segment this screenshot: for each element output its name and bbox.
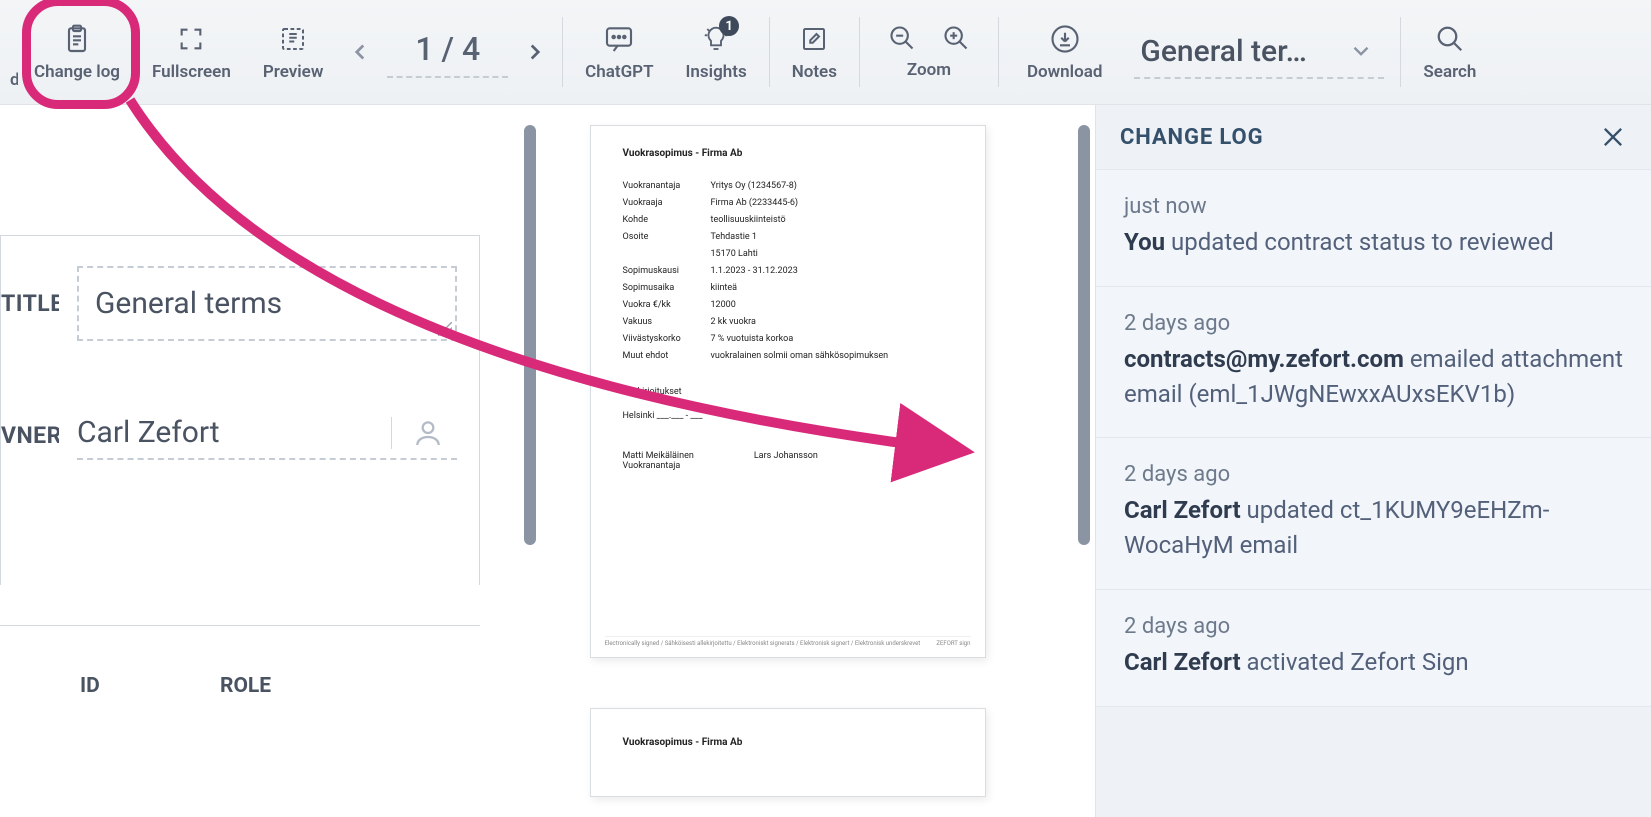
search-label: Search [1423,62,1476,82]
separator [998,17,999,87]
doc-title: Vuokrasopimus - Firma Ab [623,148,953,159]
sign-city: Helsinki ___.___ - ___ [623,411,953,421]
owner-value: Carl Zefort [77,415,220,450]
doc-row: OsoiteTehdastie 1 [623,232,953,242]
download-button[interactable]: Download [1005,7,1124,97]
search-button[interactable]: Search [1407,7,1492,97]
doc-row: Sopimusaikakiinteä [623,283,953,293]
download-label: Download [1027,62,1102,82]
change-log-label: Change log [34,62,120,82]
zoom-out-button[interactable] [888,24,916,52]
doc-row: Muut ehdotvuokralainen solmii oman sähkö… [623,351,953,361]
entry-text: Carl Zefort activated Zefort Sign [1124,645,1623,680]
search-icon [1433,22,1467,56]
insights-badge: 1 [719,16,739,36]
signatures-heading: Allekirjoitukset [623,387,953,397]
title-label: TITLE [1,290,59,317]
doc-row: VuokraajaFirma Ab (2233445-6) [623,198,953,208]
doc-row: Viivästyskorko7 % vuotuista korkoa [623,334,953,344]
preview-button[interactable]: Preview [247,7,340,97]
change-log-heading: CHANGE LOG [1120,125,1263,150]
clipboard-icon [60,22,94,56]
doc-row: Sopimuskausi1.1.2023 - 31.12.2023 [623,266,953,276]
change-log-entry[interactable]: 2 days ago Carl Zefort updated ct_1KUMY9e… [1096,438,1651,590]
signer2-name: Lars Johansson [754,451,818,461]
doc-title-2: Vuokrasopimus - Firma Ab [623,737,953,748]
close-button[interactable] [1599,123,1627,151]
person-icon[interactable] [391,417,449,449]
prev-page-button[interactable] [347,32,373,72]
entry-time: just now [1124,194,1623,219]
dropdown-label: General ter… [1140,34,1328,69]
download-icon [1048,22,1082,56]
notes-label: Notes [792,62,837,82]
role-header: ROLE [210,666,360,706]
entry-time: 2 days ago [1124,614,1623,639]
resize-handle-icon[interactable] [438,322,452,336]
doc-footer-left: Electronically signed / Sähköisesti alle… [605,640,921,647]
title-value: General terms [95,286,282,321]
doc-row: 15170 Lahti [623,249,953,259]
title-input[interactable]: General terms [77,266,457,341]
notes-button[interactable]: Notes [776,7,853,97]
entry-time: 2 days ago [1124,462,1623,487]
owner-field[interactable]: Carl Zefort [77,411,457,460]
chevron-down-icon [1348,38,1374,64]
preview-icon [276,22,310,56]
chatgpt-label: ChatGPT [585,62,653,82]
chat-icon [602,22,636,56]
doc-footer-right: ZEFORT sign [936,640,970,647]
insights-label: Insights [686,62,747,82]
change-log-button[interactable]: Change log [18,7,136,97]
separator [769,17,770,87]
doc-row: Vuokra €/kk12000 [623,300,953,310]
notes-icon [797,22,831,56]
id-header: ID [70,666,180,706]
zoom-label: Zoom [907,60,951,80]
change-log-entry[interactable]: 2 days ago Carl Zefort activated Zefort S… [1096,590,1651,707]
next-page-button[interactable] [522,32,548,72]
entry-time: 2 days ago [1124,311,1623,336]
truncated-label: d [10,70,18,90]
lightbulb-icon: 1 [699,22,733,56]
metadata-panel: TITLE General terms VNER Carl Zefort ID [0,105,480,817]
doc-row: Kohdeteollisuuskiinteistö [623,215,953,225]
separator [1400,17,1401,87]
signer1-role: Vuokranantaja [623,461,694,471]
pager: 1 / 4 [339,26,556,78]
doc-row: VuokranantajaYritys Oy (1234567-8) [623,181,953,191]
close-icon [1599,123,1627,151]
scrollbar[interactable] [1078,125,1090,545]
document-viewer[interactable]: Vuokrasopimus - Firma Ab VuokranantajaYr… [480,105,1095,817]
chatgpt-button[interactable]: ChatGPT [569,7,669,97]
toolbar: d Change log Fullscreen Preview 1 / 4 Ch… [0,0,1651,105]
entry-text: Carl Zefort updated ct_1KUMY9eEHZm­WocaH… [1124,493,1623,563]
fullscreen-button[interactable]: Fullscreen [136,7,247,97]
change-log-entry[interactable]: just now You updated contract status to r… [1096,170,1651,287]
fullscreen-label: Fullscreen [152,62,231,82]
change-log-panel: CHANGE LOG just now You updated contract … [1095,105,1651,817]
change-log-entry[interactable]: 2 days ago contracts@my.zefort.com emaile… [1096,287,1651,439]
change-log-list[interactable]: just now You updated contract status to r… [1096,170,1651,707]
insights-button[interactable]: 1 Insights [670,7,763,97]
separator [859,17,860,87]
zoom-group: Zoom [866,7,992,97]
entry-text: You updated contract status to reviewed [1124,225,1623,260]
page-indicator[interactable]: 1 / 4 [387,26,508,78]
fullscreen-icon [174,22,208,56]
document-page-2[interactable]: Vuokrasopimus - Firma Ab [590,708,986,797]
scrollbar[interactable] [524,125,536,545]
preview-label: Preview [263,62,324,82]
entry-text: contracts@my.zefort.com emailed attach­m… [1124,342,1623,412]
owner-label: VNER [1,422,59,449]
zoom-in-button[interactable] [942,24,970,52]
document-page-1[interactable]: Vuokrasopimus - Firma Ab VuokranantajaYr… [590,125,986,658]
document-dropdown[interactable]: General ter… [1134,26,1384,79]
signer1-name: Matti Meikäläinen [623,451,694,461]
parties-table: ID ROLE [0,625,480,706]
separator [562,17,563,87]
doc-row: Vakuus2 kk vuokra [623,317,953,327]
